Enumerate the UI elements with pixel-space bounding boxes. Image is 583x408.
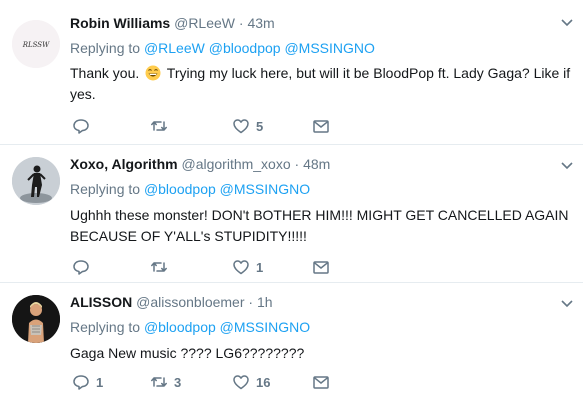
like-count: 5: [256, 118, 264, 134]
grinning-face-emoji-icon: [145, 65, 161, 81]
avatar-image: [12, 157, 60, 205]
avatar-image: [12, 295, 60, 343]
replying-to: Replying to @bloodpop @MSSINGNO: [70, 181, 310, 197]
separator-dot: ·: [238, 15, 244, 31]
tweet-header: ALISSON @alissonbloemer · 1h: [70, 294, 273, 310]
retweet-button[interactable]: [150, 116, 174, 136]
mention-link[interactable]: @MSSINGNO: [284, 40, 374, 56]
timestamp[interactable]: 1h: [257, 294, 273, 310]
display-name[interactable]: ALISSON: [70, 294, 132, 310]
direct-message-button[interactable]: [312, 116, 330, 136]
action-bar: 5: [72, 116, 372, 136]
tweet[interactable]: RLSSW Robin Williams @RLeeW · 43m Replyi…: [0, 0, 583, 144]
chevron-down-icon[interactable]: [559, 295, 575, 311]
tweet-text-part: Thank you.: [70, 65, 140, 81]
mention-link[interactable]: @bloodpop: [144, 319, 216, 335]
action-bar: 1: [72, 257, 372, 277]
mention-link[interactable]: @MSSINGNO: [220, 181, 310, 197]
tweet-header: Xoxo, Algorithm @algorithm_xoxo · 48m: [70, 156, 330, 172]
tweet[interactable]: Xoxo, Algorithm @algorithm_xoxo · 48m Re…: [0, 144, 583, 283]
separator-dot: ·: [248, 294, 254, 310]
user-handle[interactable]: @algorithm_xoxo: [181, 156, 290, 172]
replying-to: Replying to @bloodpop @MSSINGNO: [70, 319, 310, 335]
like-button[interactable]: 16: [232, 372, 270, 392]
direct-message-button[interactable]: [312, 372, 330, 392]
mention-link[interactable]: @RLeeW: [144, 40, 205, 56]
reply-icon: [73, 375, 89, 390]
retweet-icon: [151, 377, 167, 387]
retweet-count: 3: [174, 374, 182, 390]
replying-to-label: Replying to: [70, 319, 141, 335]
tweet-text: Gaga New music ???? LG6????????: [70, 345, 305, 361]
retweet-button[interactable]: [150, 257, 174, 277]
envelope-icon: [313, 261, 329, 274]
tweet-text: Thank you. Trying my luck here, but will…: [70, 63, 575, 105]
retweet-icon: [151, 262, 167, 272]
replying-to-label: Replying to: [70, 40, 141, 56]
avatar-logo-text: RLSSW: [22, 41, 50, 49]
reply-button[interactable]: 1: [72, 372, 103, 392]
reply-count: 1: [96, 374, 104, 390]
reply-button[interactable]: [72, 257, 96, 277]
heart-icon: [233, 375, 249, 390]
avatar[interactable]: [12, 157, 60, 205]
tweet-text: Ughhh these monster! DON't BOTHER HIM!!!…: [70, 207, 569, 244]
chevron-down-icon[interactable]: [559, 157, 575, 173]
retweet-button[interactable]: 3: [150, 372, 181, 392]
avatar-image: RLSSW: [12, 20, 60, 68]
replying-to: Replying to @RLeeW @bloodpop @MSSINGNO: [70, 40, 375, 56]
like-button[interactable]: 1: [232, 257, 263, 277]
like-button[interactable]: 5: [232, 116, 263, 136]
display-name[interactable]: Robin Williams: [70, 15, 170, 31]
reply-icon: [73, 119, 89, 134]
heart-icon: [233, 260, 249, 275]
envelope-icon: [313, 120, 329, 133]
reply-icon: [73, 260, 89, 275]
like-count: 16: [256, 374, 271, 390]
like-count: 1: [256, 259, 264, 275]
retweet-icon: [151, 121, 167, 131]
action-bar: 1 3 16: [72, 372, 372, 392]
replying-to-label: Replying to: [70, 181, 141, 197]
avatar[interactable]: [12, 295, 60, 343]
timestamp[interactable]: 43m: [247, 15, 274, 31]
envelope-icon: [313, 376, 329, 389]
separator-dot: ·: [294, 156, 300, 172]
mention-link[interactable]: @bloodpop: [209, 40, 281, 56]
user-handle[interactable]: @RLeeW: [174, 15, 235, 31]
direct-message-button[interactable]: [312, 257, 330, 277]
user-handle[interactable]: @alissonbloemer: [136, 294, 244, 310]
timestamp[interactable]: 48m: [303, 156, 330, 172]
tweet[interactable]: ALISSON @alissonbloemer · 1h Replying to…: [0, 282, 583, 408]
mention-link[interactable]: @bloodpop: [144, 181, 216, 197]
avatar[interactable]: RLSSW: [12, 20, 60, 68]
mention-link[interactable]: @MSSINGNO: [220, 319, 310, 335]
reply-button[interactable]: [72, 116, 96, 136]
tweet-header: Robin Williams @RLeeW · 43m: [70, 15, 275, 31]
chevron-down-icon[interactable]: [559, 14, 575, 30]
display-name[interactable]: Xoxo, Algorithm: [70, 156, 178, 172]
heart-icon: [233, 119, 249, 134]
